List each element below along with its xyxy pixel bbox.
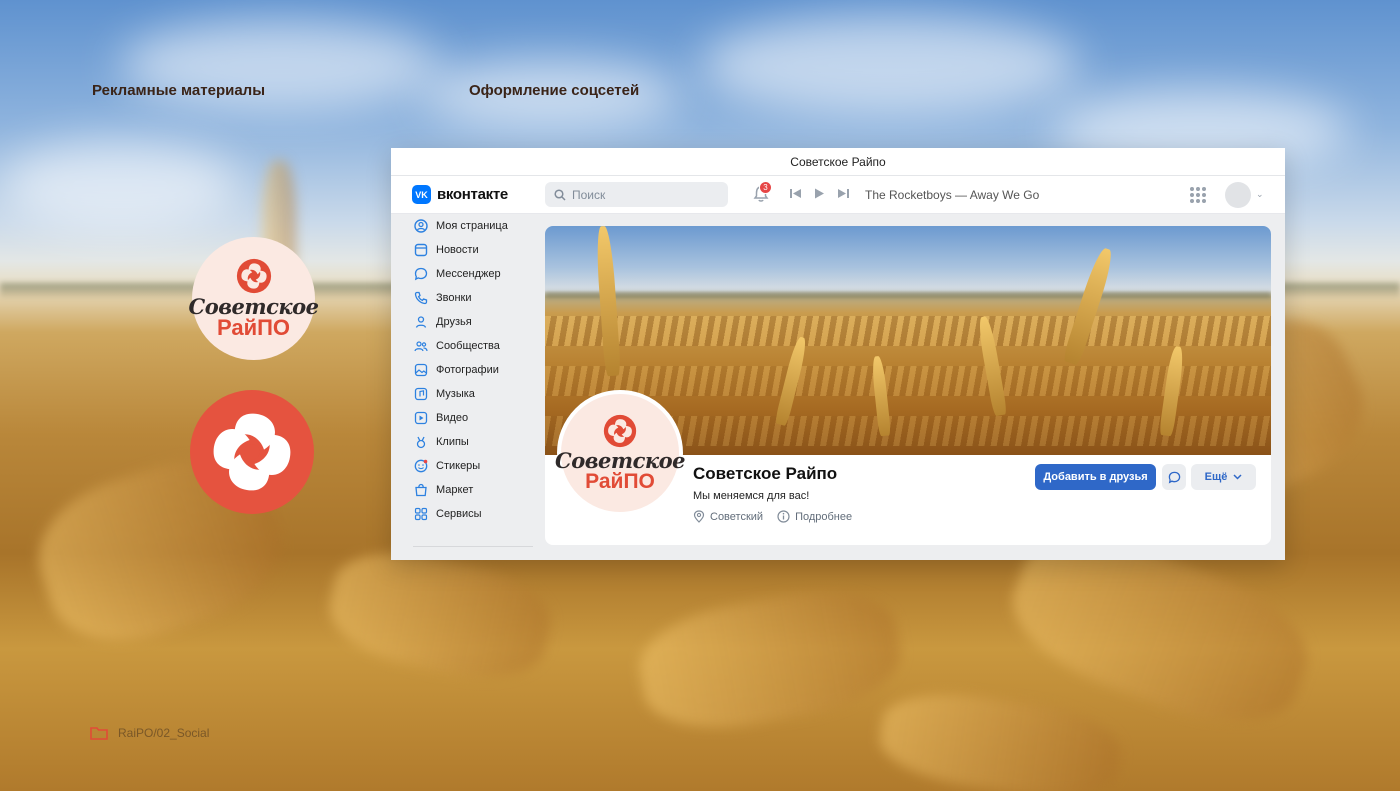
add-friend-button[interactable]: Добавить в друзья (1035, 464, 1156, 490)
play-icon[interactable] (814, 188, 825, 199)
chevron-down-icon[interactable]: ⌄ (1256, 189, 1264, 200)
market-icon (414, 483, 428, 497)
sidebar-item-label: Стикеры (436, 460, 481, 472)
profile-location[interactable]: Советский (693, 510, 763, 523)
location-pin-icon (693, 510, 705, 523)
apps-grid-icon[interactable] (1190, 187, 1206, 203)
now-playing-track[interactable]: The Rocketboys — Away We Go (865, 188, 1039, 202)
sidebar-item[interactable]: Фотографии (391, 358, 541, 382)
user-avatar[interactable] (1225, 182, 1251, 208)
message-icon (414, 267, 428, 281)
more-button-label: Ещё (1204, 471, 1228, 483)
music-icon (414, 387, 428, 401)
flower-mark-icon (236, 258, 271, 294)
avatar-brand-line1: Советское (555, 448, 685, 473)
profile-details-link[interactable]: Подробнее (777, 510, 852, 523)
search-input[interactable]: Поиск (545, 182, 728, 207)
vk-logo[interactable]: VK вконтакте (412, 185, 508, 204)
photo-icon (414, 363, 428, 377)
profile-name: Советское Райпо (693, 464, 838, 483)
sidebar-item-label: Друзья (436, 316, 472, 328)
sidebar-item[interactable]: Клипы (391, 430, 541, 454)
sidebar-item-label: Видео (436, 412, 469, 424)
sidebar-divider (413, 546, 533, 547)
window-titlebar: Советское Райпо (391, 148, 1285, 176)
sidebar-item[interactable]: Сообщества (391, 334, 541, 358)
more-button[interactable]: Ещё (1191, 464, 1256, 490)
sidebar-item[interactable]: Сервисы (391, 502, 541, 526)
communities-icon (414, 339, 428, 353)
profile-status: Мы меняемся для вас! (693, 490, 810, 502)
sidebar-item-label: Сообщества (436, 340, 500, 352)
folder-icon (90, 727, 108, 740)
search-icon (554, 188, 566, 201)
vk-logo-icon: VK (412, 185, 431, 204)
sidebar-item-label: Звонки (436, 292, 472, 304)
sidebar-item[interactable]: Музыка (391, 382, 541, 406)
video-icon (414, 411, 428, 425)
phone-icon (414, 291, 428, 305)
sidebar-item-label: Мессенджер (436, 268, 501, 280)
search-placeholder: Поиск (572, 187, 606, 202)
profile-avatar[interactable]: Советское РайПО (555, 390, 685, 516)
friends-icon (414, 315, 428, 329)
audio-player (790, 188, 849, 199)
sidebar-item-label: Фотографии (436, 364, 499, 376)
profile-meta: Советский Подробнее (693, 510, 852, 523)
flower-mark-icon (603, 414, 637, 448)
section-title-ads: Рекламные материалы (92, 82, 266, 99)
services-icon (414, 507, 428, 521)
folder-path-text: RaiPO/02_Social (118, 726, 210, 740)
message-button[interactable] (1162, 464, 1186, 490)
profile-card: Советское РайПО Советское Райпо Мы меняе… (545, 226, 1271, 545)
brand-logo-full: Советское РайПО (189, 237, 319, 360)
notification-badge: 3 (759, 181, 772, 194)
avatar-brand-line2: РайПО (585, 470, 655, 493)
sticker-icon (414, 459, 428, 473)
details-text: Подробнее (795, 510, 853, 523)
location-text: Советский (710, 510, 764, 523)
clips-icon (414, 435, 428, 449)
vk-header: VK вконтакте Поиск 3 The Rocketboys — Aw… (391, 176, 1285, 214)
message-icon (1168, 471, 1180, 484)
info-icon (777, 510, 790, 523)
sidebar-item[interactable]: Звонки (391, 286, 541, 310)
sidebar-item-label: Моя страница (436, 220, 508, 232)
sidebar-item[interactable]: Видео (391, 406, 541, 430)
sidebar-item-label: Сервисы (436, 508, 482, 520)
user-circle-icon (414, 219, 428, 233)
sidebar-item[interactable]: Друзья (391, 310, 541, 334)
news-icon (414, 243, 428, 257)
vk-sidebar: Моя страница Новости Мессенджер Звонки Д… (391, 214, 541, 526)
browser-window: Советское Райпо VK вконтакте Поиск 3 The… (391, 148, 1285, 560)
flower-mark-icon (213, 413, 291, 491)
brand-name-line2: РайПО (216, 315, 291, 340)
sidebar-item-label: Музыка (436, 388, 475, 400)
sidebar-item[interactable]: Новости (391, 238, 541, 262)
sidebar-item[interactable]: Маркет (391, 478, 541, 502)
sidebar-item-label: Маркет (436, 484, 474, 496)
sidebar-item-label: Новости (436, 244, 479, 256)
chevron-down-icon (1233, 474, 1242, 480)
previous-track-icon[interactable] (790, 188, 801, 199)
section-title-social: Оформление соцсетей (469, 82, 640, 99)
sidebar-item[interactable]: Стикеры (391, 454, 541, 478)
next-track-icon[interactable] (838, 188, 849, 199)
sidebar-item-label: Клипы (436, 436, 469, 448)
brand-name-line1: Советское (188, 294, 319, 319)
sidebar-item[interactable]: Моя страница (391, 214, 541, 238)
vk-logo-text: вконтакте (437, 186, 508, 203)
sidebar-item[interactable]: Мессенджер (391, 262, 541, 286)
brand-logo-mark (190, 390, 314, 514)
window-title: Советское Райпо (790, 154, 886, 169)
folder-path: RaiPO/02_Social (90, 726, 209, 740)
